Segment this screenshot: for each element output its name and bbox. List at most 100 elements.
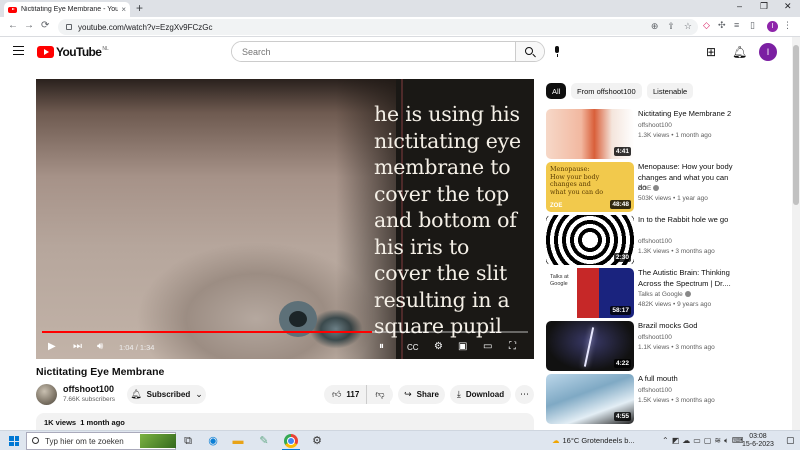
chip-listenable[interactable]: Listenable: [647, 83, 694, 99]
channel-name[interactable]: offshoot100: [63, 384, 114, 394]
tab-close-icon[interactable]: ×: [121, 5, 126, 14]
video-duration: 58:17: [610, 306, 631, 315]
hamburger-menu-icon[interactable]: [13, 46, 24, 58]
reload-icon[interactable]: ⟳: [41, 20, 49, 31]
fullscreen-icon[interactable]: ⛶: [509, 341, 516, 352]
recommended-channel-name[interactable]: offshoot100: [638, 122, 672, 129]
tray-chevron-icon[interactable]: ⌃: [662, 436, 669, 446]
taskbar-clock[interactable]: 03:08 15-6-2023: [742, 433, 774, 449]
chip-all[interactable]: All: [546, 83, 567, 99]
video-thumbnail[interactable]: 4:55: [546, 374, 634, 424]
tray-app-icon[interactable]: ◩: [672, 436, 680, 446]
share-page-icon[interactable]: ⇪: [667, 21, 675, 32]
chip-from-channel[interactable]: From offshoot100: [571, 83, 642, 99]
recommended-channel-name[interactable]: offshoot100: [638, 238, 672, 245]
recommended-video[interactable]: Talks at Google 58:17 The Autistic Brain: …: [546, 268, 736, 318]
play-icon[interactable]: ▶: [48, 341, 56, 352]
recommended-video[interactable]: 4:22 Brazil mocks God offshoot100 1.1K view…: [546, 321, 736, 371]
microphone-icon[interactable]: [554, 46, 560, 57]
volume-icon[interactable]: 🔊︎: [97, 341, 103, 352]
video-thumbnail[interactable]: 4:22: [546, 321, 634, 371]
caption-line: nictitating eye: [374, 128, 521, 153]
puzzle-icon[interactable]: ✣: [718, 20, 726, 31]
youtube-logo[interactable]: YouTube NL: [37, 45, 109, 59]
restore-icon[interactable]: ❐: [760, 1, 768, 12]
caption-line: square pupil: [374, 314, 502, 338]
recommended-video[interactable]: Menopause: How your body changes and wha…: [546, 162, 736, 212]
page-scrollbar[interactable]: [792, 37, 800, 430]
recommended-video-title[interactable]: The Autistic Brain: Thinking Across the …: [638, 268, 738, 289]
address-bar-row: ← → ⟳ youtube.com/watch?v=EzgXv9FCzGc ⊕ …: [0, 17, 800, 37]
task-view-icon[interactable]: ⧉: [181, 434, 195, 448]
tray-wifi-icon[interactable]: ≋: [714, 436, 721, 446]
browser-profile-avatar[interactable]: I: [767, 21, 778, 32]
recommended-views: 1.5K views: [638, 396, 670, 404]
taskbar-widget-icon[interactable]: [140, 434, 176, 448]
browser-tab[interactable]: Nictitating Eye Membrane - YouTube ×: [4, 2, 130, 17]
tray-cloud-icon[interactable]: ☁: [682, 436, 690, 446]
recommended-channel-name[interactable]: ZOE: [638, 185, 651, 192]
theater-mode-icon[interactable]: ▭: [483, 341, 492, 352]
recommended-video-title[interactable]: In to the Rabbit hole we go: [638, 215, 738, 226]
subscribed-button[interactable]: 🔔︎ Subscribed ⌄: [127, 385, 206, 404]
chrome-icon[interactable]: [284, 434, 298, 448]
download-button[interactable]: ⤓ Download: [450, 385, 511, 404]
recommended-channel-name[interactable]: offshoot100: [638, 334, 672, 341]
autoplay-toggle-icon[interactable]: ⏸︎: [379, 341, 384, 352]
taskbar-search-placeholder: Typ hier om te zoeken: [45, 436, 124, 446]
channel-avatar[interactable]: [36, 384, 57, 405]
miniplayer-icon[interactable]: ▣: [458, 341, 467, 352]
paint-app-icon[interactable]: ✎: [257, 434, 271, 448]
progress-bar[interactable]: [42, 331, 528, 333]
weather-widget[interactable]: ☁ 16°C Grotendeels b...: [552, 436, 635, 445]
recommended-video-title[interactable]: A full mouth: [638, 374, 738, 385]
new-tab-button[interactable]: +: [136, 1, 143, 15]
recommended-channel-name[interactable]: offshoot100: [638, 387, 672, 394]
edge-browser-icon[interactable]: ◉: [206, 434, 220, 448]
settings-icon[interactable]: ⚙: [310, 434, 324, 448]
minimize-icon[interactable]: –: [737, 1, 742, 11]
bookmark-star-icon[interactable]: ☆: [684, 21, 692, 32]
sidepanel-icon[interactable]: ▯: [750, 20, 755, 31]
share-button[interactable]: ↪ Share: [398, 385, 445, 404]
extension-icon[interactable]: ◇: [703, 20, 710, 31]
tray-volume-icon[interactable]: 🔈︎: [724, 436, 729, 446]
avatar[interactable]: I: [759, 43, 777, 61]
recommended-video-title[interactable]: Nictitating Eye Membrane 2: [638, 109, 738, 120]
youtube-play-icon: [37, 46, 54, 58]
file-explorer-icon[interactable]: ▬: [231, 434, 245, 448]
media-icon[interactable]: ≡: [734, 20, 739, 30]
forward-icon[interactable]: →: [24, 20, 34, 31]
search-button[interactable]: [515, 42, 544, 61]
dislike-button[interactable]: 👎︎: [366, 385, 393, 404]
url-text: youtube.com/watch?v=EzgXv9FCzGc: [78, 22, 213, 32]
menu-dots-icon[interactable]: ⋮: [783, 20, 792, 31]
recommended-video[interactable]: 2:30 In to the Rabbit hole we go offshoot1…: [546, 215, 736, 265]
description-box[interactable]: 1K views 1 month ago: [36, 413, 534, 430]
bell-icon: 🔔︎: [130, 389, 142, 399]
video-thumbnail[interactable]: Talks at Google 58:17: [546, 268, 634, 318]
settings-gear-icon[interactable]: ⚙: [434, 341, 443, 352]
tray-battery-icon[interactable]: ▭: [693, 436, 701, 446]
recommended-video-title[interactable]: Brazil mocks God: [638, 321, 738, 332]
video-thumbnail[interactable]: Menopause: How your body changes and wha…: [546, 162, 634, 212]
more-actions-button[interactable]: ⋯: [515, 385, 534, 404]
tray-display-icon[interactable]: ▢: [704, 436, 712, 446]
recommended-video[interactable]: 4:41 Nictitating Eye Membrane 2 offshoot10…: [546, 109, 736, 159]
video-thumbnail[interactable]: 4:41: [546, 109, 634, 159]
install-app-icon[interactable]: ⊕: [651, 21, 659, 32]
close-window-icon[interactable]: ✕: [784, 1, 792, 12]
video-player[interactable]: he is using his nictitating eye membrane t…: [36, 79, 534, 359]
create-video-icon[interactable]: ⊞: [706, 45, 716, 59]
search-input[interactable]: [232, 42, 515, 61]
recommended-video[interactable]: 4:55 A full mouth offshoot100 1.5K views • …: [546, 374, 736, 424]
back-icon[interactable]: ←: [8, 20, 18, 31]
url-input[interactable]: youtube.com/watch?v=EzgXv9FCzGc ⊕ ⇪ ☆: [58, 19, 698, 35]
recommended-channel-name[interactable]: Talks at Google: [638, 291, 683, 298]
video-thumbnail[interactable]: 2:30: [546, 215, 634, 265]
subtitles-icon[interactable]: CC: [407, 343, 419, 352]
next-icon[interactable]: ⏭︎: [73, 341, 82, 352]
notifications-bell-icon[interactable]: 🔔︎: [732, 45, 747, 59]
notification-icon[interactable]: ▢: [786, 435, 795, 446]
windows-start-icon[interactable]: [9, 436, 19, 446]
